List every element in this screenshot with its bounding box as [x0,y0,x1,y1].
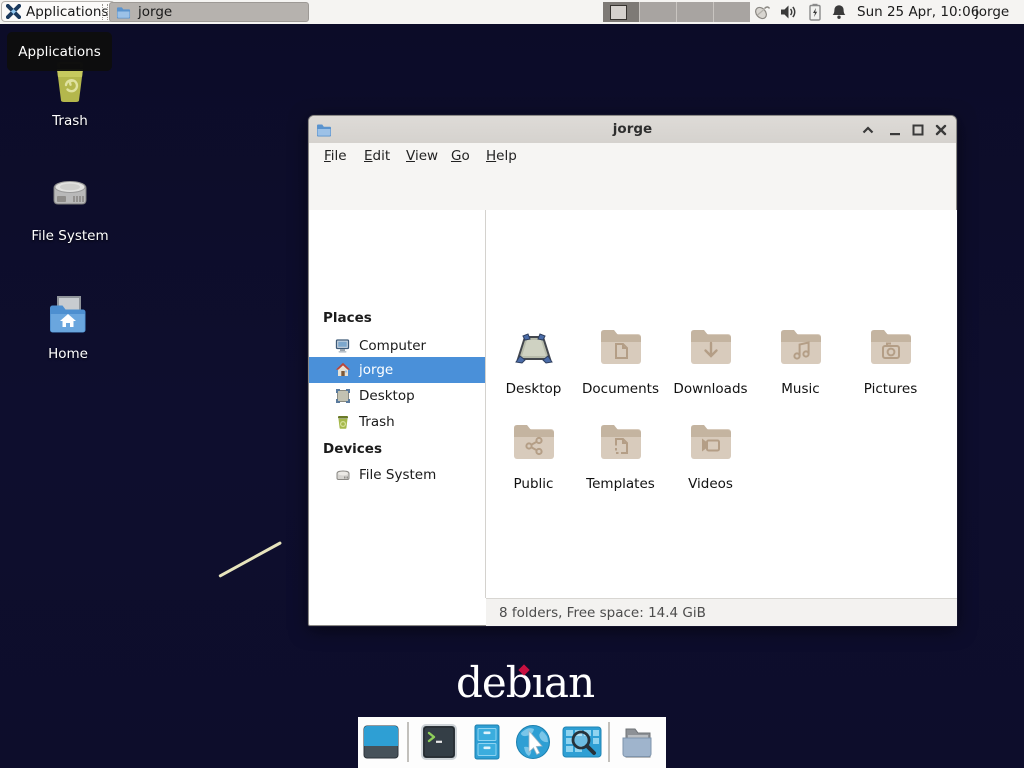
desktop-icon-label: Trash [25,113,115,129]
file-label: Music [781,382,819,397]
desktop-icon [335,388,351,404]
window-titlebar[interactable]: jorge [309,116,956,144]
workspace-3[interactable] [677,2,714,22]
sidebar-item-file-system[interactable]: File System [309,462,485,488]
taskbar-window-button[interactable]: jorge [109,2,309,22]
taskbar-window-label: jorge [138,4,172,20]
folder-templates-icon [597,417,645,465]
desktop-file-icon [510,322,558,370]
file-label: Pictures [864,382,917,397]
file-manager-window: jorge File Edit View Go Help [308,115,957,626]
file-label: Desktop [506,382,562,397]
hard-drive-icon [46,168,94,216]
file-item-pictures[interactable]: Pictures [846,322,935,397]
window-statusbar: 8 folders, Free space: 14.4 GiB [486,598,957,626]
file-label: Downloads [673,382,747,397]
file-item-videos[interactable]: Videos [666,417,755,492]
folder-downloads-icon [687,322,735,370]
desktop-icon-home[interactable]: Home [23,290,113,362]
trash-icon [335,414,351,430]
sidebar-item-trash[interactable]: Trash [309,409,485,435]
panel-handle[interactable] [102,4,108,20]
menu-help[interactable]: Help [483,143,520,169]
sidebar-item-label: Computer [359,333,426,359]
file-cabinet-icon[interactable] [468,723,506,761]
window-toolbar [309,169,956,211]
mouse-settings-icon[interactable] [752,3,771,21]
battery-icon[interactable] [808,3,822,21]
file-label: Videos [688,477,733,492]
workspace-2[interactable] [640,2,677,22]
statusbar-text: 8 folders, Free space: 14.4 GiB [499,605,706,621]
file-item-public[interactable]: Public [489,417,578,492]
dock-panel [358,717,666,768]
computer-icon [335,338,351,354]
folder-pictures-icon [867,322,915,370]
file-item-desktop[interactable]: Desktop [489,322,578,397]
web-browser-icon[interactable] [512,723,554,761]
desktop-icon-file-system[interactable]: File System [25,168,115,244]
workspace-window-preview [610,5,627,20]
sidebar-header-places: Places [323,308,372,328]
window-menubar: File Edit View Go Help [309,143,956,169]
file-label: Public [514,477,554,492]
applications-tooltip: Applications [7,32,112,71]
notifications-bell-icon[interactable] [831,4,847,20]
panel-username[interactable]: jorge [975,0,1009,24]
menu-view[interactable]: View [403,143,441,169]
sidebar-item-label: Desktop [359,383,415,409]
file-item-downloads[interactable]: Downloads [666,322,755,397]
file-item-documents[interactable]: Documents [576,322,665,397]
workspace-1[interactable] [603,2,640,22]
sidebar-item-computer[interactable]: Computer [309,333,485,359]
file-label: Documents [582,382,659,397]
desktop-line-artifact [218,541,282,578]
folder-videos-icon [687,417,735,465]
app-finder-icon[interactable] [561,723,603,761]
tooltip-text: Applications [18,44,100,60]
workspace-pager[interactable] [603,2,750,22]
top-panel: Applications jorge [0,0,1024,24]
menu-edit[interactable]: Edit [361,143,393,169]
folder-music-icon [777,322,825,370]
menu-go[interactable]: Go [448,143,473,169]
sidebar-item-label: File System [359,462,436,488]
menu-file[interactable]: File [321,143,350,169]
file-item-templates[interactable]: Templates [576,417,665,492]
file-manager-folder-icon[interactable] [618,723,656,761]
user-home-icon [335,362,351,378]
sidebar: Places Computer jorge [309,210,486,598]
applications-menu-label: Applications [26,4,108,20]
sidebar-item-jorge[interactable]: jorge [309,357,485,383]
volume-icon[interactable] [780,4,798,20]
file-label: Templates [586,477,655,492]
desktop-icon-label: Home [23,346,113,362]
dock-separator [608,722,610,762]
window-close-button[interactable] [932,116,950,143]
terminal-icon[interactable] [420,723,458,761]
folder-public-icon [510,417,558,465]
sidebar-item-label: jorge [359,357,393,383]
desktop-icon-label: File System [25,228,115,244]
folder-documents-icon [597,322,645,370]
show-desktop-icon[interactable] [362,723,400,761]
file-list-view[interactable]: Desktop Documents Downloads [486,210,957,598]
home-folder-icon [43,290,93,338]
window-shade-button[interactable] [859,116,877,143]
dock-separator [407,722,409,762]
sidebar-item-desktop[interactable]: Desktop [309,383,485,409]
sidebar-item-label: Trash [359,409,395,435]
folder-icon [116,5,131,19]
xfce-logo-icon [6,4,21,19]
workspace-4[interactable] [714,2,750,22]
window-maximize-button[interactable] [909,116,927,143]
desktop-root: Applications jorge [0,0,1024,768]
applications-menu-button[interactable]: Applications [1,1,115,22]
window-minimize-button[interactable] [886,116,904,143]
hard-drive-icon [335,467,351,483]
sidebar-header-devices: Devices [323,439,382,459]
file-item-music[interactable]: Music [756,322,845,397]
panel-clock[interactable]: Sun 25 Apr, 10:06 [857,0,979,24]
